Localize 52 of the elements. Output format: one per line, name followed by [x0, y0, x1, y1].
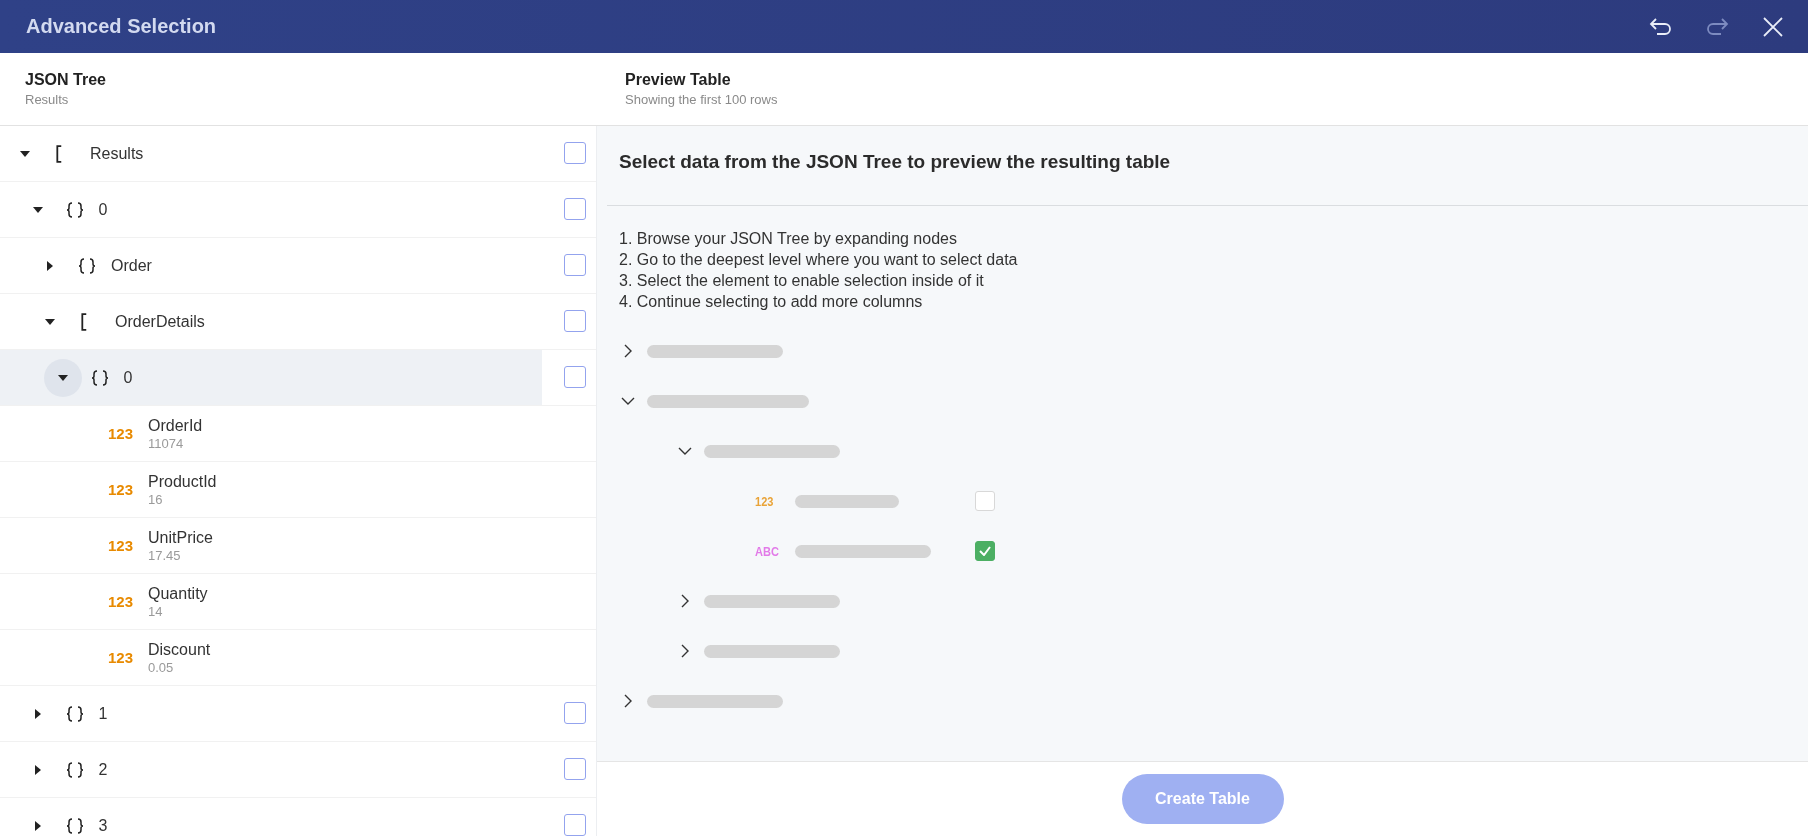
type-label: ABC: [755, 543, 780, 559]
instruction-step: 4. Continue selecting to add more columns: [619, 291, 1796, 312]
type-label: 123: [108, 593, 135, 610]
bracket-icon: [81, 312, 87, 331]
field-name: ProductId: [148, 472, 217, 491]
window-title: Advanced Selection: [26, 15, 218, 38]
field-value: 0.05: [148, 659, 175, 675]
field-name: Quantity: [148, 584, 208, 603]
node-label: 0: [123, 368, 133, 387]
checkbox[interactable]: [564, 366, 586, 388]
checkbox[interactable]: [564, 758, 586, 780]
checkbox[interactable]: [564, 814, 586, 836]
type-label: 123: [755, 493, 775, 509]
field-value: 17.45: [148, 547, 182, 563]
instruction-step: 1. Browse your JSON Tree by expanding nodes: [619, 228, 1796, 249]
node-label: Results: [90, 144, 144, 163]
type-label: 123: [108, 425, 135, 442]
braces-icon: [89, 368, 110, 387]
checkbox[interactable]: [564, 254, 586, 276]
type-label: 123: [108, 537, 135, 554]
node-label: 1: [98, 704, 108, 723]
checkbox[interactable]: [564, 198, 586, 220]
node-label: Order: [111, 256, 152, 275]
field-value: 14: [148, 603, 164, 619]
node-label: 0: [98, 200, 108, 219]
field-name: OrderId: [148, 416, 203, 435]
node-label: OrderDetails: [115, 312, 205, 331]
type-label: 123: [108, 481, 135, 498]
checkbox[interactable]: [564, 142, 586, 164]
checkbox[interactable]: [564, 702, 586, 724]
panel-subtitle: Results: [25, 92, 70, 107]
type-label: 123: [108, 649, 135, 666]
node-label: 2: [98, 760, 108, 779]
panel-subtitle: Showing the first 100 rows: [625, 92, 779, 107]
braces-icon: [64, 704, 85, 723]
bracket-icon: [56, 144, 62, 163]
instruction-step: 3. Select the element to enable selection inside of it: [619, 270, 1796, 291]
instruction-step: 2. Go to the deepest level where you want to select data: [619, 249, 1796, 270]
braces-icon: [64, 200, 85, 219]
panel-title: Preview Table: [625, 71, 732, 89]
panel-title: JSON Tree: [25, 71, 107, 89]
braces-icon: [64, 760, 85, 779]
field-value: 16: [148, 491, 164, 507]
field-value: 11074: [148, 435, 185, 451]
field-name: Discount: [148, 640, 211, 659]
node-label: 3: [98, 816, 108, 835]
field-name: UnitPrice: [148, 528, 213, 547]
check-icon: [979, 546, 991, 556]
checkbox[interactable]: [564, 310, 586, 332]
braces-icon: [64, 816, 85, 835]
braces-icon: [77, 256, 97, 275]
preview-heading: Select data from the JSON Tree to preview the resulting table: [618, 150, 1172, 174]
